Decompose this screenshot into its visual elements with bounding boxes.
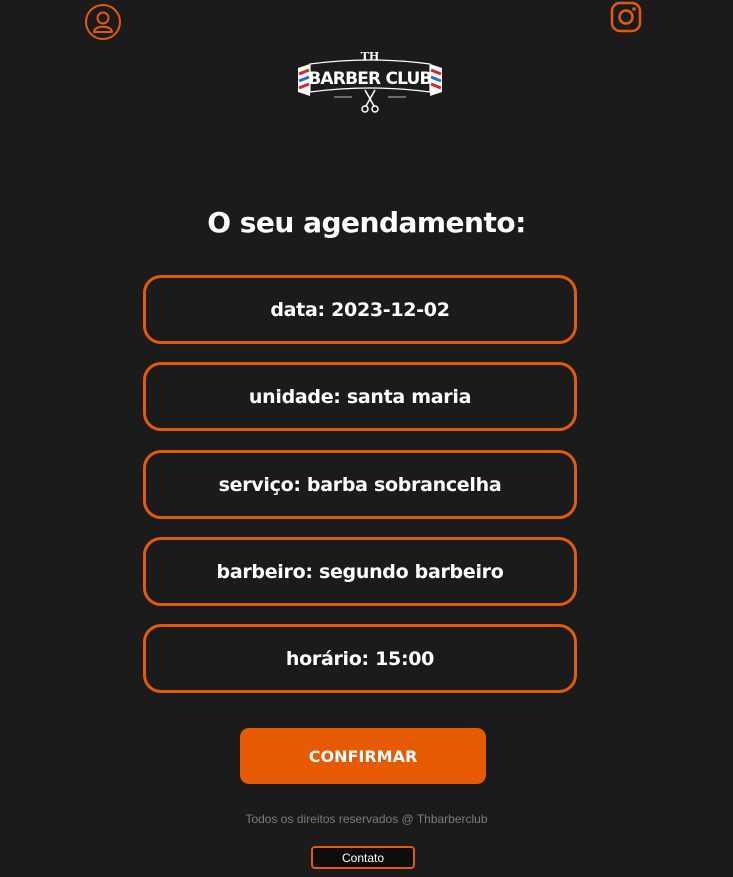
appointment-date: data: 2023-12-02 [143,275,577,344]
appointment-time: horário: 15:00 [143,624,577,693]
instagram-icon [610,1,642,33]
appointment-barber: barbeiro: segundo barbeiro [143,537,577,606]
appointment-unit: unidade: santa maria [143,362,577,431]
page-title: O seu agendamento: [207,206,526,239]
profile-button[interactable] [84,3,122,41]
appointment-service: serviço: barba sobrancelha [143,450,577,519]
barber-pole-right-icon [430,64,442,96]
contact-button[interactable]: Contato [311,846,415,869]
scissors-icon [361,89,379,113]
copyright-text: Todos os direitos reservados @ Thbarberc… [245,812,488,826]
confirm-button[interactable]: CONFIRMAR [240,728,486,784]
instagram-button[interactable] [610,1,642,33]
logo-main-text: BARBER CLUB [308,69,431,89]
logo-top-text: TH [361,50,380,63]
user-profile-icon [85,4,121,40]
brand-logo: TH BARBER CLUB [296,46,444,114]
